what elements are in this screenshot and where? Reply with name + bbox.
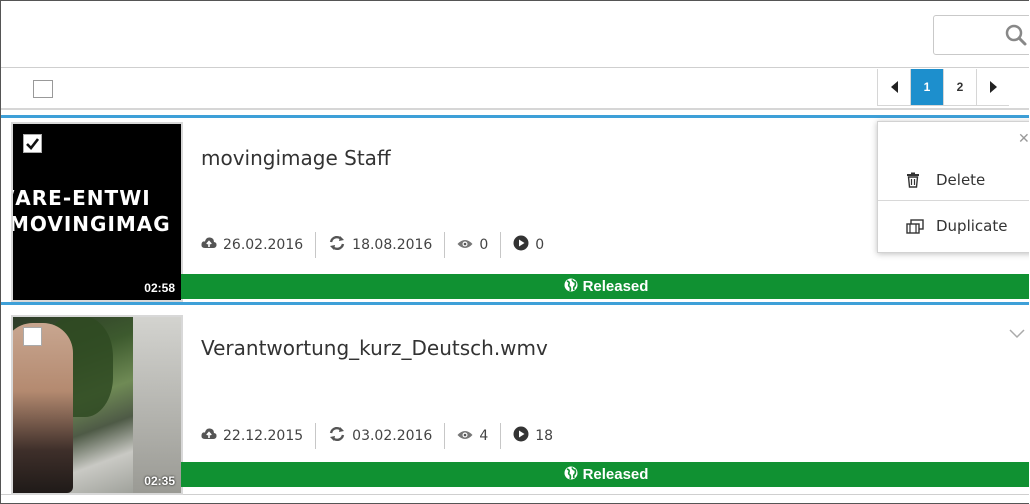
globe-icon xyxy=(564,466,578,484)
row-checkbox[interactable] xyxy=(23,134,42,153)
video-meta: 26.02.2016 18.08.2016 0 0 xyxy=(201,232,544,258)
update-date-text: 18.08.2016 xyxy=(352,237,433,253)
list-toolbar xyxy=(1,68,1029,110)
video-thumbnail[interactable]: 02:35 xyxy=(11,315,183,495)
play-icon xyxy=(513,426,529,446)
thumbnail-image xyxy=(13,323,73,493)
update-date-text: 03.02.2016 xyxy=(352,428,433,444)
caret-right-icon xyxy=(989,81,997,93)
menu-item-label: Duplicate xyxy=(936,217,1008,235)
row-context-menu: ✕ Delete Duplicate xyxy=(877,121,1029,253)
search-input[interactable] xyxy=(933,15,1029,55)
divider xyxy=(315,423,317,449)
thumbnail-image xyxy=(133,317,181,493)
video-meta: 22.12.2015 03.02.2016 4 18 xyxy=(201,423,553,449)
eye-icon xyxy=(457,237,473,253)
video-title[interactable]: Verantwortung_kurz_Deutsch.wmv xyxy=(201,336,548,360)
play-icon xyxy=(513,235,529,255)
prev-page-button[interactable] xyxy=(877,69,910,106)
thumbnail-text-line: /ARE-ENTWI xyxy=(11,186,151,210)
divider xyxy=(315,232,317,258)
refresh-icon xyxy=(328,426,346,446)
status-bar: Released xyxy=(181,462,1029,487)
top-bar xyxy=(1,1,1029,68)
divider xyxy=(444,232,446,258)
globe-icon xyxy=(564,278,578,296)
menu-item-delete[interactable]: Delete xyxy=(878,160,1029,201)
view-count-text: 0 xyxy=(479,237,489,253)
menu-item-duplicate[interactable]: Duplicate xyxy=(878,206,1029,246)
trash-icon xyxy=(906,172,928,188)
update-date: 18.08.2016 xyxy=(328,235,432,255)
divider xyxy=(500,423,502,449)
status-label: Released xyxy=(582,466,649,483)
menu-item-label: Delete xyxy=(936,171,986,189)
cloud-upload-icon xyxy=(201,236,217,254)
video-title[interactable]: movingimage Staff xyxy=(201,146,391,170)
page-2-button[interactable]: 2 xyxy=(943,69,976,106)
next-page-button[interactable] xyxy=(976,69,1009,106)
close-icon[interactable]: ✕ xyxy=(1018,130,1029,147)
play-count-text: 18 xyxy=(535,428,554,444)
thumbnail-text-line: MOVINGIMAG xyxy=(11,212,171,236)
cloud-upload-icon xyxy=(201,427,217,445)
duration-label: 02:58 xyxy=(144,281,175,295)
upload-date: 22.12.2015 xyxy=(201,427,303,445)
view-count: 0 xyxy=(457,237,488,253)
video-row[interactable]: /ARE-ENTWI MOVINGIMAG 02:58 movingimage … xyxy=(1,115,1029,305)
chevron-down-icon[interactable] xyxy=(1009,326,1025,344)
select-all-checkbox[interactable] xyxy=(33,80,53,98)
refresh-icon xyxy=(328,235,346,255)
duration-label: 02:35 xyxy=(144,474,175,488)
play-count-text: 0 xyxy=(535,237,545,253)
upload-date: 26.02.2016 xyxy=(201,236,303,254)
upload-date-text: 26.02.2016 xyxy=(223,237,304,253)
divider xyxy=(500,232,502,258)
duplicate-icon xyxy=(906,218,928,234)
caret-left-icon xyxy=(890,81,898,93)
status-label: Released xyxy=(582,278,649,295)
divider xyxy=(444,423,446,449)
status-bar: Released xyxy=(181,274,1029,299)
view-count-text: 4 xyxy=(479,428,489,444)
update-date: 03.02.2016 xyxy=(328,426,432,446)
view-count: 4 xyxy=(457,428,488,444)
play-count: 0 xyxy=(513,235,544,255)
play-count: 18 xyxy=(513,426,553,446)
video-manager: 1 2 /ARE-ENTWI MOVINGIMAG 02:58 movingim… xyxy=(0,0,1029,504)
row-checkbox[interactable] xyxy=(23,327,42,346)
video-thumbnail[interactable]: /ARE-ENTWI MOVINGIMAG 02:58 xyxy=(11,122,183,302)
video-row[interactable]: 02:35 Verantwortung_kurz_Deutsch.wmv 22.… xyxy=(1,310,1029,495)
eye-icon xyxy=(457,428,473,444)
upload-date-text: 22.12.2015 xyxy=(223,428,304,444)
search-icon[interactable] xyxy=(1004,23,1028,47)
pagination: 1 2 xyxy=(877,69,1009,107)
page-1-button[interactable]: 1 xyxy=(910,69,943,106)
